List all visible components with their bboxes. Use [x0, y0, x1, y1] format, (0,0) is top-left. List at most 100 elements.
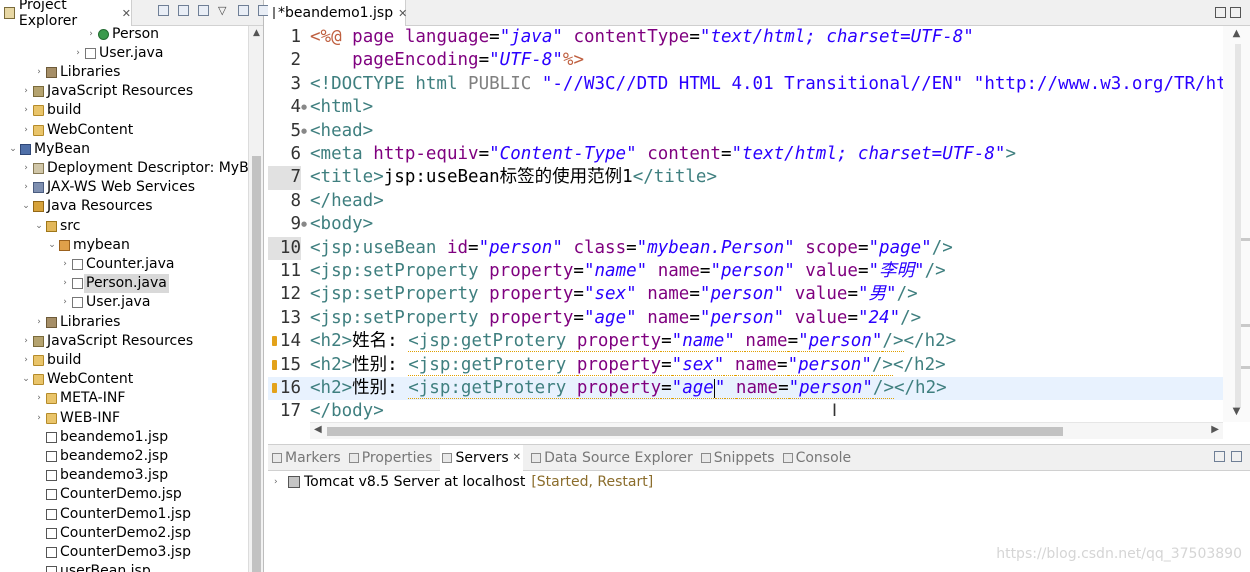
scroll-right-icon[interactable]: ▶	[1211, 424, 1219, 435]
warning-marker-icon[interactable]	[272, 383, 277, 393]
code-line[interactable]: 6 <meta http-equiv="Content-Type" content…	[268, 143, 1223, 166]
expand-arrow-icon[interactable]: ›	[34, 389, 44, 408]
tree-item[interactable]: › build	[0, 351, 248, 370]
expand-arrow-icon[interactable]: ›	[21, 101, 31, 120]
tree-item[interactable]: › build	[0, 101, 248, 120]
minimize-icon[interactable]	[1215, 7, 1226, 18]
expand-arrow-icon[interactable]: ⌄	[21, 370, 31, 389]
code-line[interactable]: 3 <!DOCTYPE html PUBLIC "-//W3C//DTD HTML…	[268, 73, 1223, 96]
expand-arrow-icon[interactable]: ⌄	[34, 217, 44, 236]
maximize-icon[interactable]	[1231, 451, 1242, 462]
scroll-up-icon[interactable]: ▲	[249, 28, 264, 38]
tree-item[interactable]: beandemo3.jsp	[0, 466, 248, 485]
tree-item[interactable]: ⌄ mybean	[0, 236, 248, 255]
tab-servers[interactable]: Servers ✕	[440, 444, 524, 471]
code-line[interactable]: 15 <h2>性别: <jsp:getProtery property="sex"…	[268, 354, 1223, 377]
tree-item[interactable]: › JavaScript Resources	[0, 332, 248, 351]
editor-horizontal-scrollbar[interactable]: ◀ ▶	[310, 422, 1223, 439]
expand-arrow-icon[interactable]: ›	[21, 351, 31, 370]
editor-scroll-thumb[interactable]	[1235, 44, 1241, 408]
expand-arrow-icon[interactable]: ⌄	[8, 140, 18, 159]
tab-properties[interactable]: Properties	[348, 445, 432, 471]
tree-item[interactable]: ⌄ WebContent	[0, 370, 248, 389]
close-icon[interactable]: ✕	[122, 7, 131, 20]
tree-item[interactable]: › Libraries	[0, 313, 248, 332]
tree-item[interactable]: CounterDemo.jsp	[0, 485, 248, 504]
expand-arrow-icon[interactable]	[34, 447, 44, 466]
scroll-left-icon[interactable]: ◀	[314, 424, 322, 435]
expand-arrow-icon[interactable]	[34, 505, 44, 524]
minimize-icon[interactable]	[238, 5, 249, 16]
fold-marker-icon[interactable]: ●	[301, 220, 307, 228]
tree-item[interactable]: › Person.java	[0, 274, 248, 294]
code-line[interactable]: 2 pageEncoding="UTF-8"%>	[268, 49, 1223, 72]
tree-item[interactable]: › WEB-INF	[0, 409, 248, 428]
tree-item[interactable]: ⌄ src	[0, 217, 248, 236]
expand-arrow-icon[interactable]: ›	[274, 477, 288, 487]
tree-item[interactable]: › User.java	[0, 293, 248, 312]
editor-hscroll-thumb[interactable]	[327, 427, 1063, 436]
tree-item[interactable]: CounterDemo3.jsp	[0, 543, 248, 562]
expand-arrow-icon[interactable]: ›	[60, 293, 70, 312]
close-icon[interactable]: ✕	[513, 452, 521, 463]
tree-item[interactable]: › Libraries	[0, 63, 248, 82]
maximize-icon[interactable]	[1230, 7, 1241, 18]
scroll-down-icon[interactable]: ▼	[1223, 406, 1250, 417]
tree-item[interactable]: CounterDemo1.jsp	[0, 505, 248, 524]
tree-item[interactable]: › META-INF	[0, 389, 248, 408]
code-line[interactable]: 4 ● <html>	[268, 96, 1223, 119]
code-line[interactable]: 8 </head>	[268, 190, 1223, 213]
scroll-up-icon[interactable]: ▲	[1223, 28, 1250, 39]
warning-marker-icon[interactable]	[272, 359, 277, 370]
code-area[interactable]: 1 <%@ page language="java" contentType="t…	[268, 26, 1223, 422]
expand-arrow-icon[interactable]: ⌄	[47, 236, 57, 255]
collapse-all-icon[interactable]	[158, 5, 169, 16]
server-entry[interactable]: › Tomcat v8.5 Server at localhost [Start…	[274, 473, 653, 491]
code-line[interactable]: 14 <h2>姓名: <jsp:getProtery property="name…	[268, 330, 1223, 353]
expand-arrow-icon[interactable]	[34, 485, 44, 504]
code-line[interactable]: 13 <jsp:setProperty property="age" name="…	[268, 307, 1223, 330]
view-menu-icon[interactable]: ▽	[218, 5, 229, 16]
code-line[interactable]: 17 </body>	[268, 400, 1223, 422]
tab-console[interactable]: Console	[782, 445, 851, 471]
tree-item[interactable]: ⌄ MyBean	[0, 140, 248, 159]
expand-arrow-icon[interactable]: ›	[34, 409, 44, 428]
tree-item[interactable]: › Person	[0, 26, 248, 44]
link-with-editor-icon[interactable]	[178, 5, 189, 16]
explorer-scroll-thumb[interactable]	[252, 156, 261, 572]
expand-arrow-icon[interactable]: ›	[21, 332, 31, 351]
tree-item[interactable]: userBean.jsp	[0, 562, 248, 572]
expand-arrow-icon[interactable]: ›	[21, 178, 31, 197]
tab-markers[interactable]: Markers	[272, 445, 341, 471]
tree-item[interactable]: › Counter.java	[0, 255, 248, 274]
expand-arrow-icon[interactable]: ›	[60, 255, 70, 274]
project-explorer-tab[interactable]: Project Explorer ✕	[0, 0, 132, 29]
expand-arrow-icon[interactable]: ›	[21, 82, 31, 101]
filter-icon[interactable]	[198, 5, 209, 16]
tree-item[interactable]: CounterDemo2.jsp	[0, 524, 248, 543]
code-line[interactable]: 12 <jsp:setProperty property="sex" name="…	[268, 283, 1223, 306]
fold-marker-icon[interactable]: ●	[301, 103, 307, 111]
expand-arrow-icon[interactable]	[34, 524, 44, 543]
expand-arrow-icon[interactable]: ›	[73, 44, 83, 63]
fold-marker-icon[interactable]: ●	[301, 127, 307, 135]
expand-arrow-icon[interactable]	[34, 428, 44, 447]
expand-arrow-icon[interactable]: ›	[34, 63, 44, 82]
code-line[interactable]: 5 ● <head>	[268, 120, 1223, 143]
tree-item[interactable]: › JAX-WS Web Services	[0, 178, 248, 197]
tree-item[interactable]: beandemo1.jsp	[0, 428, 248, 447]
tree-item[interactable]: › JavaScript Resources	[0, 82, 248, 101]
expand-arrow-icon[interactable]	[34, 466, 44, 485]
expand-arrow-icon[interactable]	[34, 543, 44, 562]
warning-marker-icon[interactable]	[272, 336, 277, 347]
code-line[interactable]: 7 <title>jsp:useBean标签的使用范例1</title>	[268, 166, 1223, 190]
code-line[interactable]: 9 ● <body>	[268, 213, 1223, 236]
tab-data-source-explorer[interactable]: Data Source Explorer	[531, 445, 693, 471]
tree-item[interactable]: › Deployment Descriptor: MyBean	[0, 159, 248, 178]
editor-vertical-scrollbar[interactable]: ▲ ▼	[1223, 26, 1250, 422]
expand-arrow-icon[interactable]	[34, 562, 44, 572]
code-line[interactable]: 10 <jsp:useBean id="person" class="mybean…	[268, 236, 1223, 260]
tree-item[interactable]: › WebContent	[0, 121, 248, 140]
explorer-scrollbar[interactable]: ▲	[248, 26, 263, 572]
expand-arrow-icon[interactable]: ›	[34, 313, 44, 332]
